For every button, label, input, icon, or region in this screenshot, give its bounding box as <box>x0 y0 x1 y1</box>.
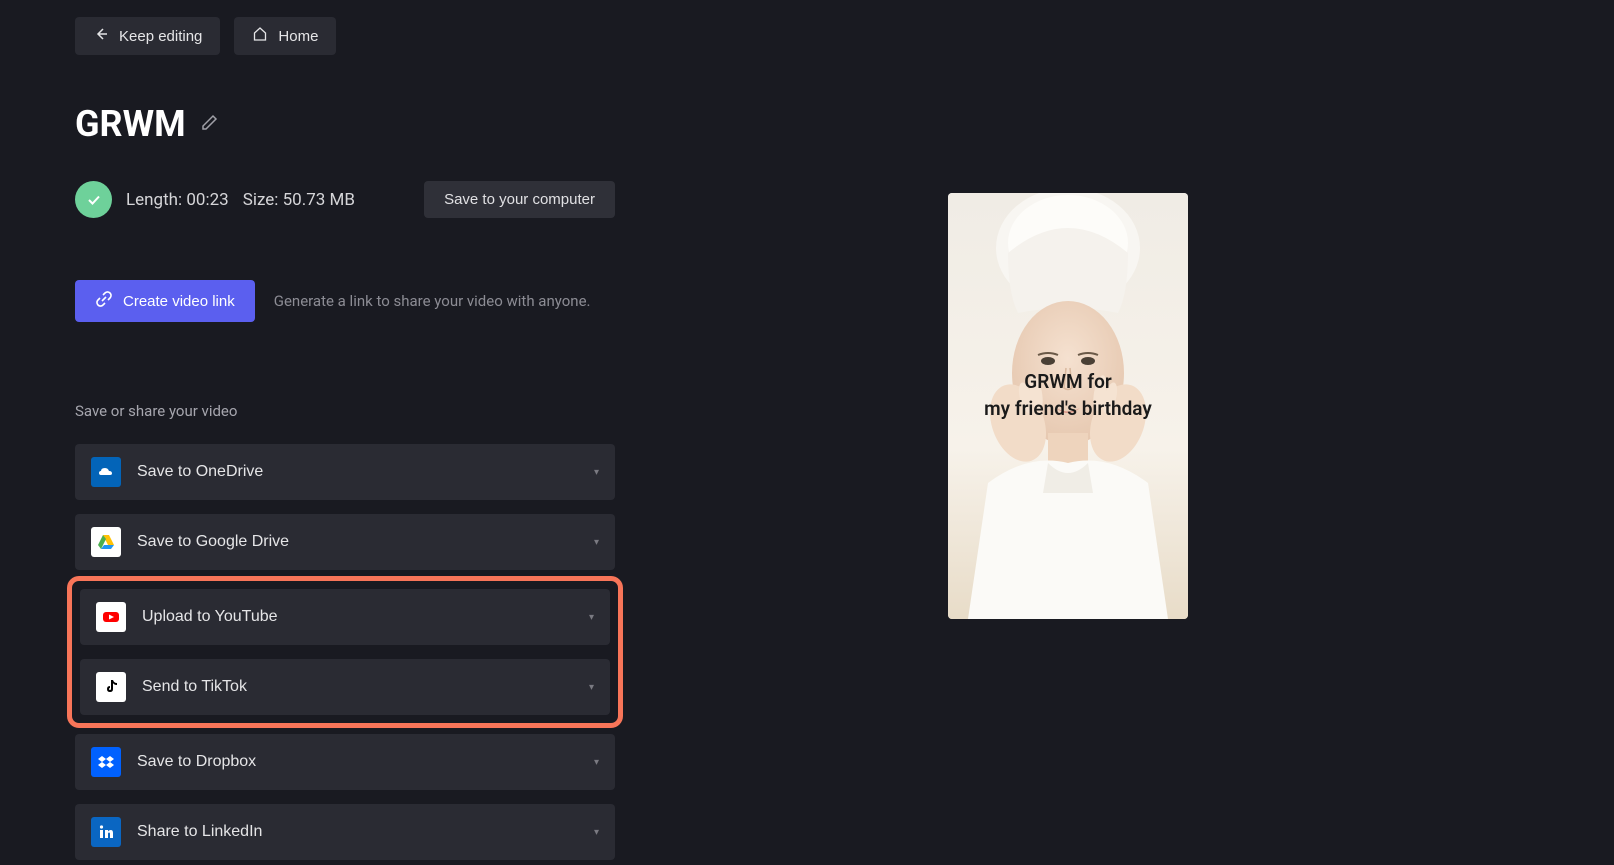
chevron-down-icon: ▾ <box>594 467 599 478</box>
chevron-down-icon: ▾ <box>589 682 594 693</box>
share-tiktok-button[interactable]: Send to TikTok ▾ <box>80 659 610 715</box>
share-item-label: Share to LinkedIn <box>137 823 578 841</box>
share-list: Save to OneDrive ▾ Save to Google Drive … <box>75 444 615 860</box>
chevron-down-icon: ▾ <box>594 827 599 838</box>
chevron-down-icon: ▾ <box>594 757 599 768</box>
linkedin-icon <box>91 817 121 847</box>
share-gdrive-button[interactable]: Save to Google Drive ▾ <box>75 514 615 570</box>
share-item-label: Upload to YouTube <box>142 608 573 626</box>
video-meta: Length: 00:23 Size: 50.73 MB <box>126 190 355 210</box>
dropbox-icon <box>91 747 121 777</box>
save-to-computer-button[interactable]: Save to your computer <box>424 181 615 218</box>
title-row: GRWM <box>75 103 1539 145</box>
keep-editing-label: Keep editing <box>119 28 202 45</box>
chevron-down-icon: ▾ <box>594 537 599 548</box>
link-icon <box>95 290 113 312</box>
preview-caption: GRWM for my friend's birthday <box>984 369 1152 422</box>
share-onedrive-button[interactable]: Save to OneDrive ▾ <box>75 444 615 500</box>
highlight-annotation: Upload to YouTube ▾ Send to TikTok ▾ <box>67 576 623 728</box>
tiktok-icon <box>96 672 126 702</box>
link-row: Create video link Generate a link to sha… <box>75 280 1539 322</box>
youtube-icon <box>96 602 126 632</box>
share-item-label: Save to OneDrive <box>137 463 578 481</box>
info-row: Length: 00:23 Size: 50.73 MB Save to you… <box>75 181 615 218</box>
top-bar: Keep editing Home <box>75 17 1539 55</box>
onedrive-icon <box>91 457 121 487</box>
export-complete-badge <box>75 181 112 218</box>
share-dropbox-button[interactable]: Save to Dropbox ▾ <box>75 734 615 790</box>
create-link-label: Create video link <box>123 293 235 310</box>
share-youtube-button[interactable]: Upload to YouTube ▾ <box>80 589 610 645</box>
home-label: Home <box>278 28 318 45</box>
page-title: GRWM <box>75 103 186 145</box>
home-icon <box>252 26 268 46</box>
keep-editing-button[interactable]: Keep editing <box>75 17 220 55</box>
home-button[interactable]: Home <box>234 17 336 55</box>
length-meta: Length: 00:23 <box>126 190 229 210</box>
gdrive-icon <box>91 527 121 557</box>
share-item-label: Save to Dropbox <box>137 753 578 771</box>
arrow-left-icon <box>93 26 109 46</box>
share-linkedin-button[interactable]: Share to LinkedIn ▾ <box>75 804 615 860</box>
link-hint: Generate a link to share your video with… <box>274 292 591 310</box>
share-item-label: Save to Google Drive <box>137 533 578 551</box>
create-video-link-button[interactable]: Create video link <box>75 280 255 322</box>
video-preview[interactable]: GRWM for my friend's birthday <box>948 193 1188 619</box>
share-section-label: Save or share your video <box>75 402 1539 420</box>
chevron-down-icon: ▾ <box>589 612 594 623</box>
size-meta: Size: 50.73 MB <box>243 190 355 210</box>
share-item-label: Send to TikTok <box>142 678 573 696</box>
edit-title-button[interactable] <box>200 112 220 136</box>
